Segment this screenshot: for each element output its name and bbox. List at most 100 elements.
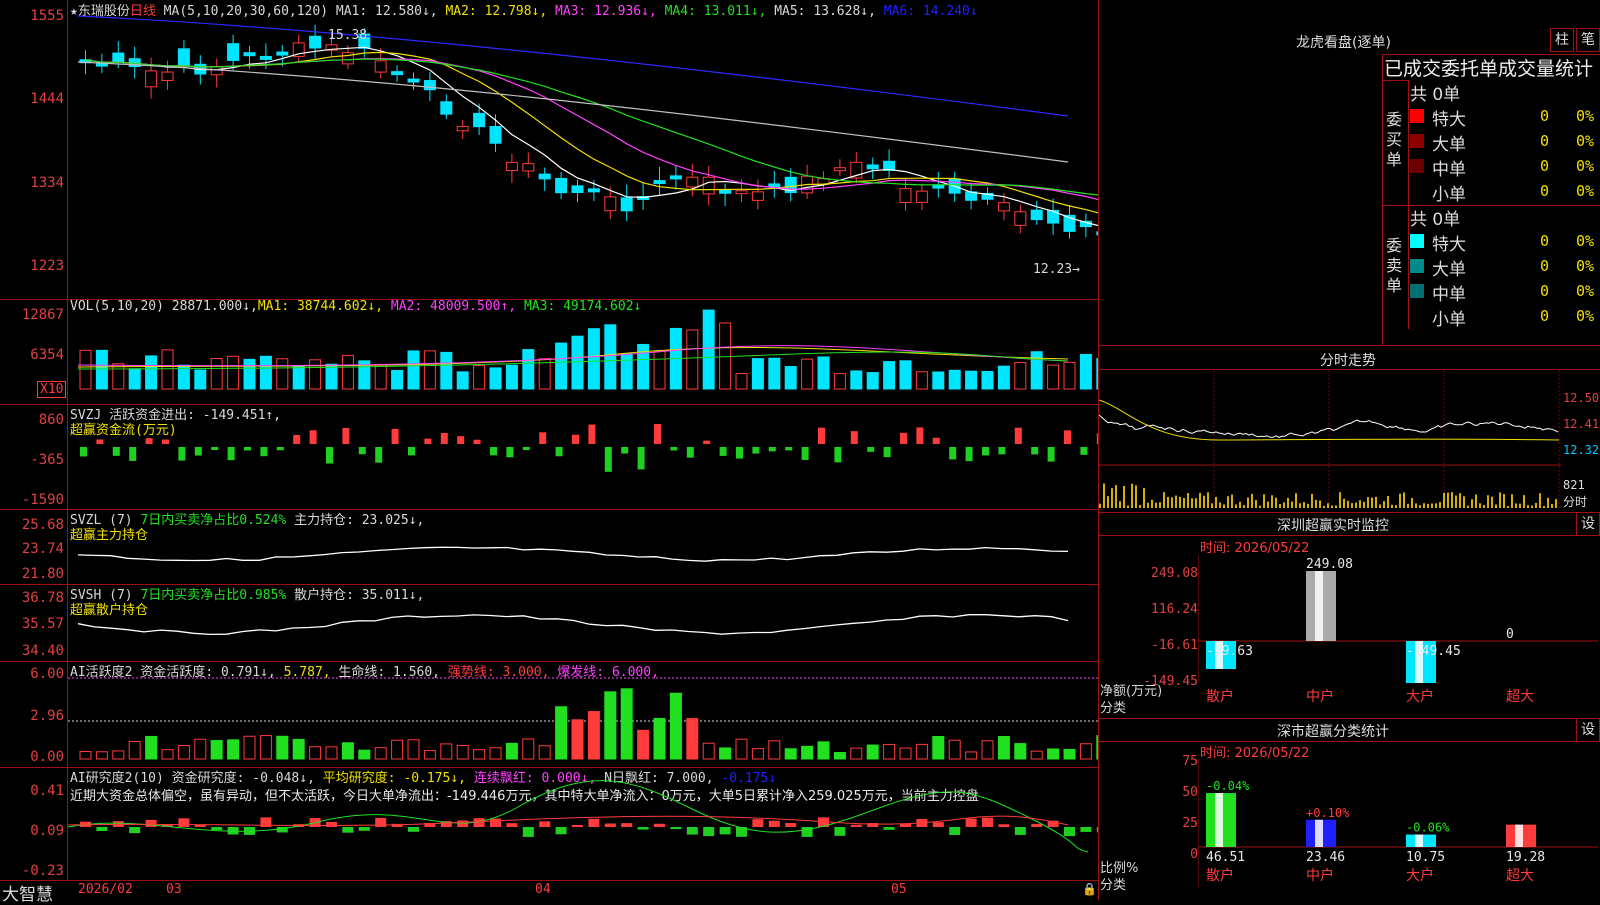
svsh-axis-label: 36.78 xyxy=(21,590,64,606)
research-bar xyxy=(719,827,731,835)
fund-flow-bar xyxy=(112,447,120,456)
research-bar xyxy=(408,827,419,832)
sz-class-axis-label: 50 xyxy=(1182,785,1198,800)
sz-class-chart[interactable]: 46.51 散户 23.46 中户 10.75 大户 19.28 超大 -0.04% +0.10%… xyxy=(1198,760,1598,900)
intraday-volume-bar xyxy=(1131,483,1133,508)
bar-highlight xyxy=(1515,824,1523,847)
svzj-axis-label: 860 xyxy=(38,412,64,428)
svzj-pane[interactable]: SVZJ 活跃资金进出: -149.451↑, 超赢资金流(万元) 860 -3… xyxy=(0,404,1098,510)
intraday-volume-bar xyxy=(1247,497,1249,508)
intraday-volume-bar xyxy=(1503,494,1505,508)
intraday-volume-bar xyxy=(1327,503,1329,508)
sz-monitor-settings-button[interactable]: 设 xyxy=(1576,512,1600,536)
sz-class-settings-button[interactable]: 设 xyxy=(1576,718,1600,742)
intraday-volume-bar xyxy=(1407,503,1409,508)
lock-icon[interactable]: 🔒 xyxy=(1082,882,1097,896)
activity-bar xyxy=(79,751,92,760)
category-label: 大户 xyxy=(1406,688,1434,705)
research-bar xyxy=(457,820,469,827)
sell-row-pct: 0% xyxy=(1576,257,1595,275)
intraday-volume-bar xyxy=(1207,492,1209,508)
intraday-vol-value: 821 xyxy=(1563,478,1585,492)
research-bar xyxy=(703,827,715,837)
intraday-volume-bar xyxy=(1167,496,1169,508)
intraday-volume-bar xyxy=(1403,492,1405,508)
candle-body xyxy=(899,188,912,203)
buy-row-label: 中单 xyxy=(1432,160,1466,180)
intraday-volume-bar xyxy=(1199,492,1201,508)
intraday-volume-bar xyxy=(1259,505,1261,508)
svzj-chart[interactable] xyxy=(68,404,1098,508)
research-bar xyxy=(1064,827,1075,837)
research-bar xyxy=(982,817,993,827)
intraday-volume-bar xyxy=(1383,501,1385,508)
intraday-volume-bar xyxy=(1439,502,1441,508)
date-label: 2026/02 xyxy=(78,882,133,897)
activity-bar xyxy=(669,692,682,760)
candlestick-chart[interactable] xyxy=(68,0,1098,298)
date-label: 04 xyxy=(535,882,551,897)
sell-color-swatch xyxy=(1410,259,1424,273)
category-label: 散户 xyxy=(1206,688,1234,705)
activity-bar xyxy=(850,747,863,760)
intraday-volume-bar xyxy=(1235,504,1237,508)
svsh-pane[interactable]: SVSH (7) 7日内买卖净占比0.985% 散户持仓: 35.011↓, 超… xyxy=(0,584,1098,662)
fund-flow-bar xyxy=(703,440,711,444)
svsh-axis-label: 35.57 xyxy=(21,616,64,632)
price-pane[interactable]: ★东瑞股份日线 MA(5,10,20,30,60,120) MA1: 12.58… xyxy=(0,0,1098,300)
bar-mode-button[interactable]: 柱 xyxy=(1550,28,1574,52)
fund-flow-bar xyxy=(818,427,825,444)
intraday-volume-bar xyxy=(1263,494,1265,508)
svzj-axis-label: -365 xyxy=(30,452,64,468)
ai2-axis-label: 0.41 xyxy=(30,783,64,799)
fund-flow-bar xyxy=(588,424,596,444)
intraday-volume-bar xyxy=(1191,498,1193,508)
intraday-volume-bar xyxy=(1215,496,1217,508)
ai-research-pane[interactable]: AI研究度2(10) 资金研究度: -0.048↓, 平均研究度: -0.175… xyxy=(0,767,1098,881)
intraday-volume-bar xyxy=(1155,502,1157,508)
volume-bar xyxy=(128,368,141,390)
intraday-volume-bar xyxy=(1307,503,1309,508)
svzl-axis-label: 25.68 xyxy=(21,517,64,533)
sz-monitor-chart[interactable]: -99.63 散户 249.08 中户 -149.45 大户 0 超大 xyxy=(1198,555,1598,715)
category-label: 超大 xyxy=(1506,868,1534,884)
fund-flow-bar xyxy=(358,447,366,455)
research-bar xyxy=(178,818,190,827)
intraday-volume-bar xyxy=(1163,492,1165,508)
tick-mode-button[interactable]: 笔 xyxy=(1576,28,1600,52)
intraday-volume-bar xyxy=(1547,497,1549,508)
ai-activity-pane[interactable]: AI活跃度2 资金活跃度: 0.791↓, 5.787, 生命线: 1.560,… xyxy=(0,661,1098,768)
sell-color-swatch xyxy=(1410,284,1424,298)
intraday-chart[interactable] xyxy=(1099,370,1561,510)
research-bar xyxy=(490,818,501,827)
activity-bar xyxy=(194,738,207,760)
volume-bar xyxy=(194,369,207,390)
intraday-volume-bar xyxy=(1355,502,1357,508)
activity-bar xyxy=(686,718,699,760)
ai-activity-chart[interactable] xyxy=(68,661,1098,766)
intraday-volume-bar xyxy=(1479,503,1481,508)
svzl-pane[interactable]: SVZL (7) 7日内买卖净占比0.524% 主力持仓: 23.025↓, 超… xyxy=(0,509,1098,585)
research-bar xyxy=(932,822,944,827)
fund-flow-bar xyxy=(555,447,563,457)
price-axis-label: 1334 xyxy=(30,175,64,191)
ai-research-chart[interactable] xyxy=(68,767,1098,879)
svsh-chart[interactable] xyxy=(68,584,1098,660)
intraday-volume-bar xyxy=(1387,495,1389,508)
intraday-volume-bar xyxy=(1143,488,1145,508)
fund-flow-bar xyxy=(1014,427,1022,444)
vol-unit-button[interactable]: X10 xyxy=(37,381,67,398)
intraday-volume-bar xyxy=(1399,493,1401,508)
ai2-axis-label: -0.23 xyxy=(21,863,64,879)
buy-row-label: 大单 xyxy=(1432,135,1466,155)
volume-chart[interactable] xyxy=(68,299,1098,403)
fund-flow-bar xyxy=(244,447,251,451)
candle-body xyxy=(719,189,732,194)
sell-row-pct: 0% xyxy=(1576,282,1595,300)
change-label: -0.04% xyxy=(1206,779,1250,793)
volume-pane[interactable]: VOL(5,10,20) 28871.000↓,MA1: 38744.602↓,… xyxy=(0,299,1098,405)
buy-color-swatch xyxy=(1410,109,1424,123)
volume-bar xyxy=(423,350,436,390)
svzl-chart[interactable] xyxy=(68,509,1098,583)
intraday-volume-bar xyxy=(1415,503,1417,508)
